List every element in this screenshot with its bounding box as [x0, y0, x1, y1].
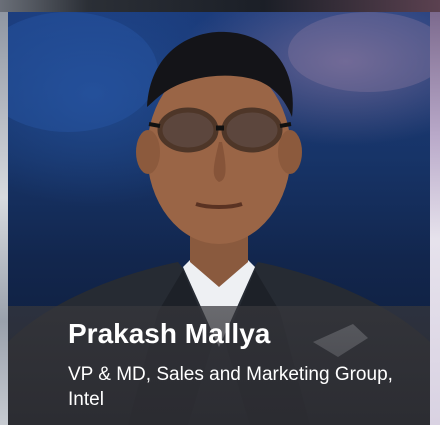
speaker-card[interactable]: Prakash Mallya VP & MD, Sales and Market…: [0, 0, 440, 425]
adjacent-card-left: [0, 12, 8, 425]
adjacent-card-right: [430, 12, 440, 425]
speaker-name: Prakash Mallya: [68, 318, 271, 349]
speaker-title: VP & MD, Sales and Marketing Group, Inte…: [68, 364, 393, 410]
top-edge-strip: [0, 0, 440, 12]
caption-overlay: Prakash Mallya VP & MD, Sales and Market…: [8, 306, 430, 425]
